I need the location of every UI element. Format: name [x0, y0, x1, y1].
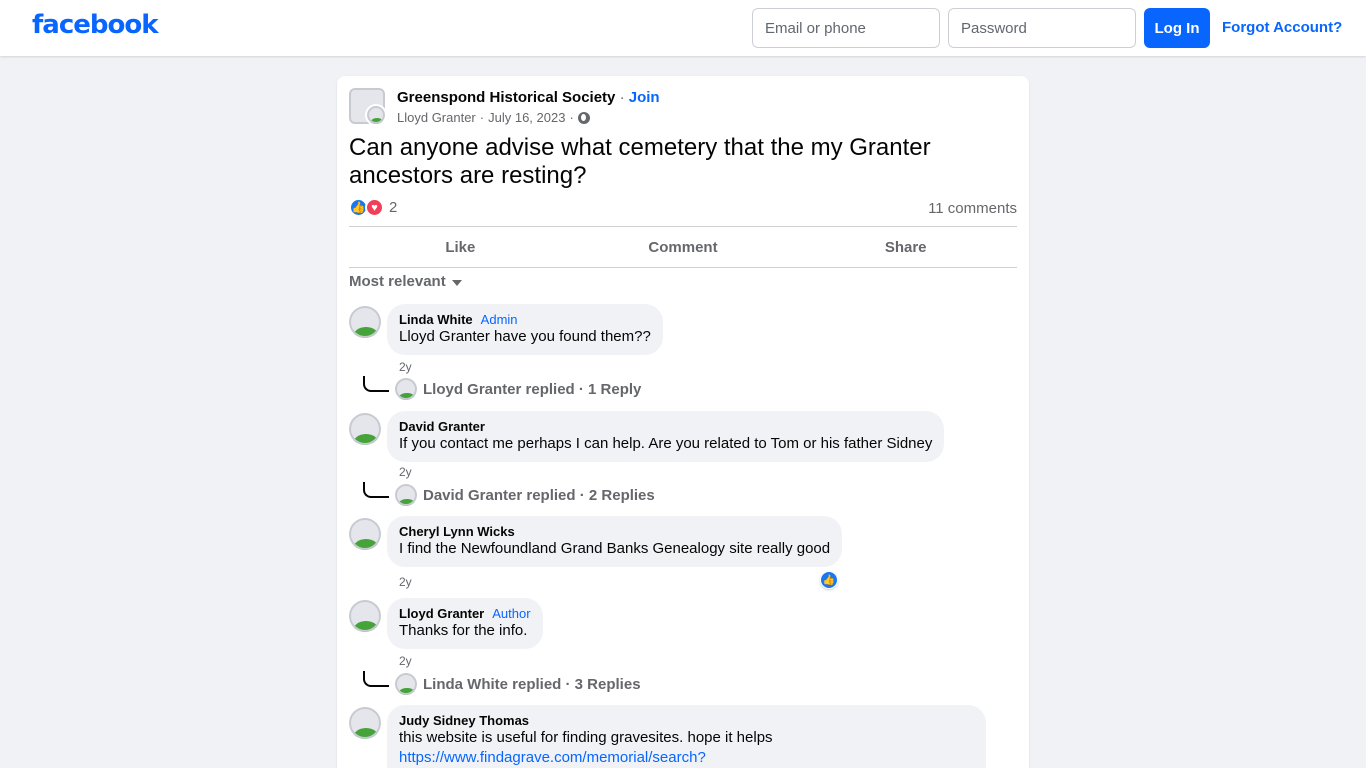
comment-time[interactable]: 2y [399, 465, 412, 479]
reply-thread-line [363, 482, 389, 498]
commenter-name[interactable]: David Granter [399, 419, 485, 434]
like-reaction-icon[interactable]: 👍 [820, 571, 838, 589]
comment-text: Lloyd Granter have you found them?? [399, 328, 651, 345]
group-name-link[interactable]: Greenspond Historical Society [397, 89, 615, 106]
replier-avatar-icon [395, 378, 417, 400]
group-avatar[interactable] [349, 88, 387, 126]
top-navigation-bar: facebook Log In Forgot Account? [0, 0, 1366, 56]
comment-bubble: Lloyd Granter Author Thanks for the info. [387, 598, 543, 649]
love-reaction-icon: ♥ [365, 198, 384, 217]
post-card: Greenspond Historical Society · Join Llo… [337, 76, 1029, 768]
comment-time[interactable]: 2y [399, 575, 412, 589]
author-avatar-icon [365, 104, 387, 126]
replier-avatar-icon [395, 484, 417, 506]
caret-down-icon [451, 280, 462, 286]
sort-label: Most relevant [349, 273, 446, 290]
commenter-avatar-icon[interactable] [349, 518, 381, 550]
comment-text: I find the Newfoundland Grand Banks Gene… [399, 540, 831, 557]
globe-icon [577, 111, 590, 124]
meta-separator: · [569, 110, 574, 125]
commenter-avatar-icon[interactable] [349, 707, 381, 739]
comment-bubble: Judy Sidney Thomas this website is usefu… [387, 705, 986, 768]
comment-link[interactable]: https://www.findagrave.com/memorial/sear… [399, 748, 974, 768]
like-button[interactable]: Like [349, 227, 572, 267]
email-input[interactable] [752, 8, 940, 48]
reply-summary: Linda White replied · 3 Replies [423, 675, 641, 693]
post-action-bar: Like Comment Share [349, 226, 1017, 268]
replier-avatar-icon [395, 673, 417, 695]
post-date-link[interactable]: July 16, 2023 [488, 110, 565, 125]
reply-thread-line [363, 671, 389, 687]
facebook-logo[interactable]: facebook [32, 10, 159, 40]
comment-sort-dropdown[interactable]: Most relevant [349, 273, 462, 290]
reactions-summary[interactable]: 👍 ♥ 2 [349, 198, 397, 217]
commenter-avatar-icon[interactable] [349, 600, 381, 632]
comment-bubble: David Granter If you contact me perhaps … [387, 411, 945, 462]
comment-bubble: Cheryl Lynn Wicks I find the Newfoundlan… [387, 516, 843, 567]
view-replies-button[interactable]: Lloyd Granter replied · 1 Reply [363, 376, 642, 400]
view-replies-button[interactable]: David Granter replied · 2 Replies [363, 482, 655, 506]
reply-summary: Lloyd Granter replied · 1 Reply [423, 380, 642, 398]
join-group-button[interactable]: Join [629, 89, 660, 106]
login-button[interactable]: Log In [1144, 8, 1210, 48]
comment-text: this website is useful for finding grave… [399, 729, 773, 746]
share-button[interactable]: Share [794, 227, 1017, 267]
meta-separator: · [479, 110, 485, 125]
commenter-avatar-icon[interactable] [349, 306, 381, 338]
comment-time[interactable]: 2y [399, 654, 412, 668]
header-separator: · [619, 89, 625, 106]
reply-summary: David Granter replied · 2 Replies [423, 486, 655, 504]
comments-count-link[interactable]: 11 comments [928, 200, 1017, 217]
admin-badge: Admin [480, 312, 518, 327]
comment-text: If you contact me perhaps I can help. Ar… [399, 435, 933, 452]
post-header: Greenspond Historical Society · Join [397, 89, 660, 106]
comment-bubble: Linda White Admin Lloyd Granter have you … [387, 304, 663, 355]
post-meta: Lloyd Granter · July 16, 2023 · [397, 110, 590, 125]
comment-button[interactable]: Comment [572, 227, 795, 267]
password-input[interactable] [948, 8, 1136, 48]
commenter-avatar-icon[interactable] [349, 413, 381, 445]
reply-thread-line [363, 376, 389, 392]
post-author-link[interactable]: Lloyd Granter [397, 110, 476, 125]
forgot-account-link[interactable]: Forgot Account? [1222, 19, 1342, 36]
reaction-count: 2 [389, 199, 398, 216]
post-text: Can anyone advise what cemetery that the… [349, 134, 931, 189]
author-badge: Author [492, 606, 531, 621]
commenter-name[interactable]: Linda White [399, 312, 473, 327]
comment-time[interactable]: 2y [399, 360, 412, 374]
view-replies-button[interactable]: Linda White replied · 3 Replies [363, 671, 641, 695]
commenter-name[interactable]: Cheryl Lynn Wicks [399, 524, 515, 539]
commenter-name[interactable]: Lloyd Granter [399, 606, 484, 621]
commenter-name[interactable]: Judy Sidney Thomas [399, 713, 529, 728]
comment-text: Thanks for the info. [399, 622, 528, 639]
